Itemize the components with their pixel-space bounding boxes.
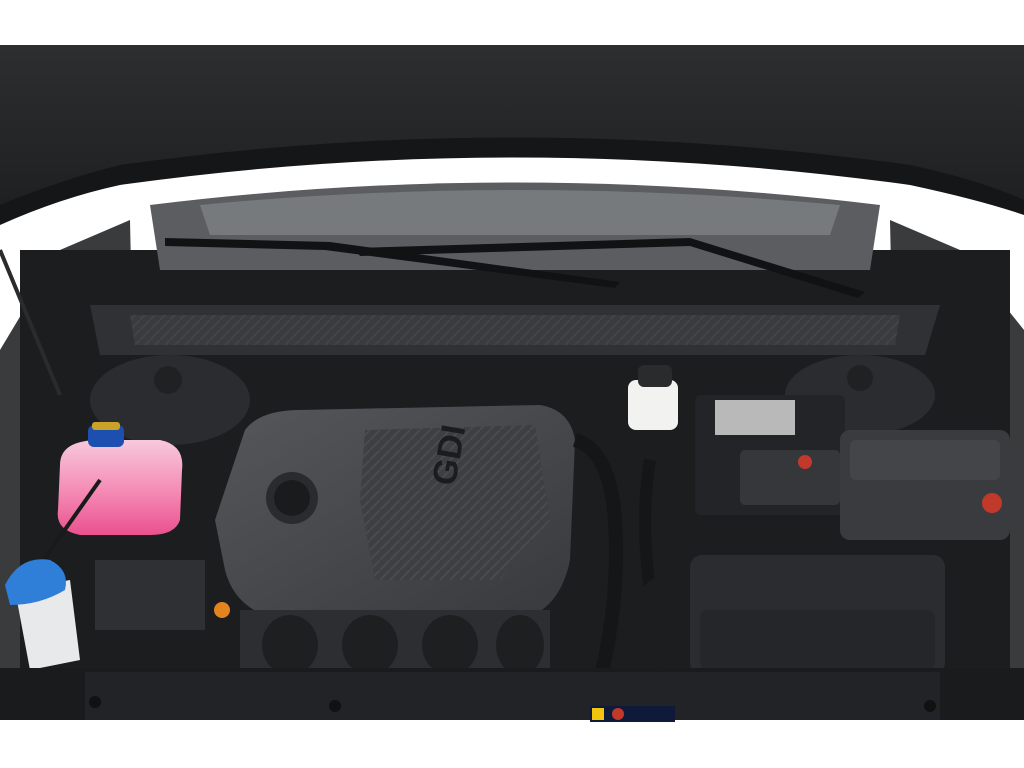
fuse-box xyxy=(840,430,1010,540)
orange-dipstick-handle xyxy=(214,602,230,618)
radiator-support-top xyxy=(85,672,940,720)
bolt xyxy=(329,700,341,712)
left-strut-bolt xyxy=(154,366,182,394)
heater-hose xyxy=(639,459,656,591)
battery-label xyxy=(715,400,795,435)
battery xyxy=(695,395,845,515)
bottom-margin xyxy=(0,722,1024,768)
battery-positive-icon xyxy=(798,455,812,469)
bolt xyxy=(89,696,101,708)
cowl-ribs xyxy=(130,315,900,345)
no-symbol-icon xyxy=(612,708,624,720)
engine-cover: GDI xyxy=(215,405,575,620)
bolt xyxy=(924,700,936,712)
oil-filler-cap-inner xyxy=(274,480,310,516)
warning-triangle-icon xyxy=(592,708,604,720)
air-filter-box xyxy=(690,555,945,675)
engine-bay-photo: GDI xyxy=(0,0,1024,768)
fuse-box-positive-icon xyxy=(982,493,1002,513)
bracket-left xyxy=(95,560,205,630)
right-strut-bolt xyxy=(847,365,873,391)
warning-sticker xyxy=(590,706,675,722)
battery-terminal-cover xyxy=(740,450,840,505)
brake-fluid-cap xyxy=(638,365,672,387)
coolant-cap-top xyxy=(92,422,120,430)
intake-manifold xyxy=(240,610,550,675)
